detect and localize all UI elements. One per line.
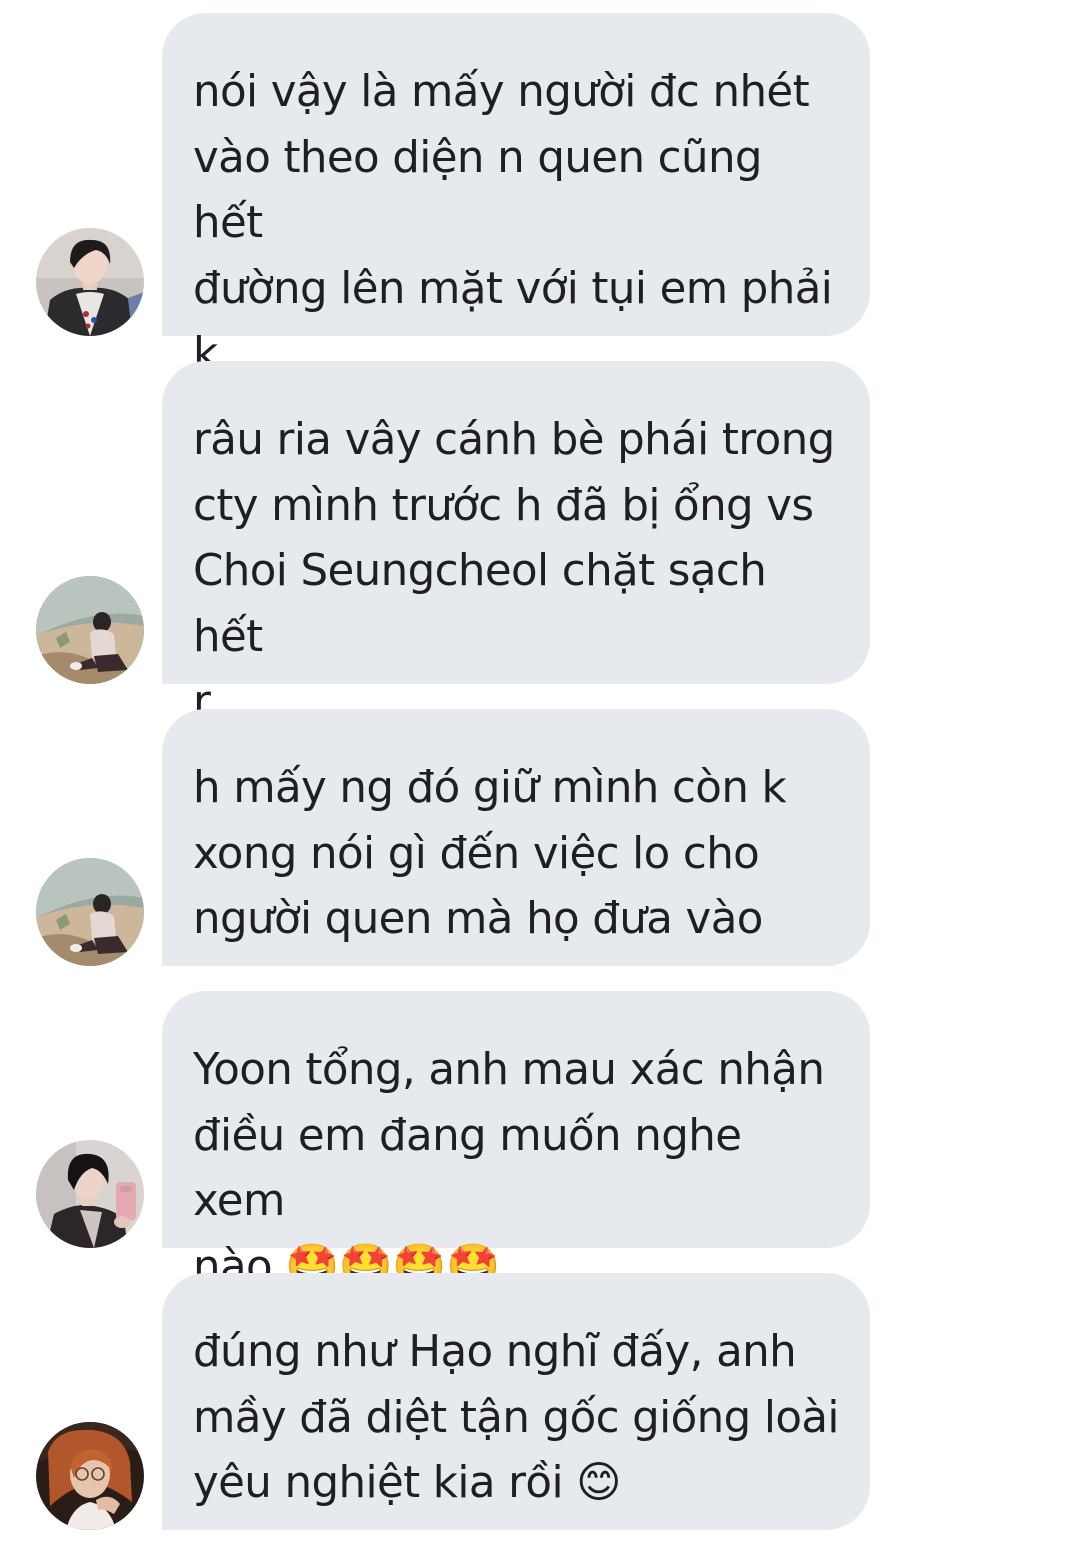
message-bubble[interactable]: râu ria vây cánh bè phái trong cty mình … <box>162 361 870 727</box>
avatar[interactable] <box>36 1422 144 1530</box>
avatar-short-dark-hair-jacket <box>36 228 144 336</box>
avatar-person-sitting-on-rocks <box>36 858 144 966</box>
avatar[interactable] <box>36 858 144 966</box>
avatar[interactable] <box>36 576 144 684</box>
message-text: h mấy ng đó giữ mình còn k xong nói gì đ… <box>193 763 787 944</box>
avatar-red-hair-glasses <box>36 1422 144 1530</box>
avatar[interactable] <box>36 228 144 336</box>
message-text: Yoon tổng, anh mau xác nhận điều em đang… <box>193 1045 825 1292</box>
message-bubble[interactable]: Yoon tổng, anh mau xác nhận điều em đang… <box>162 991 870 1292</box>
message-bubble[interactable]: nói vậy là mấy người đc nhét vào theo di… <box>162 13 870 445</box>
avatar-person-sitting-on-rocks <box>36 576 144 684</box>
message-text: đúng như Hạo nghĩ đấy, anh mầy đã diệt t… <box>193 1327 839 1508</box>
avatar[interactable] <box>36 1140 144 1248</box>
message-text: râu ria vây cánh bè phái trong cty mình … <box>193 415 835 727</box>
message-bubble[interactable]: đúng như Hạo nghĩ đấy, anh mầy đã diệt t… <box>162 1273 870 1530</box>
message-bubble[interactable]: h mấy ng đó giữ mình còn k xong nói gì đ… <box>162 709 870 966</box>
avatar-dark-hair-mirror-selfie <box>36 1140 144 1248</box>
